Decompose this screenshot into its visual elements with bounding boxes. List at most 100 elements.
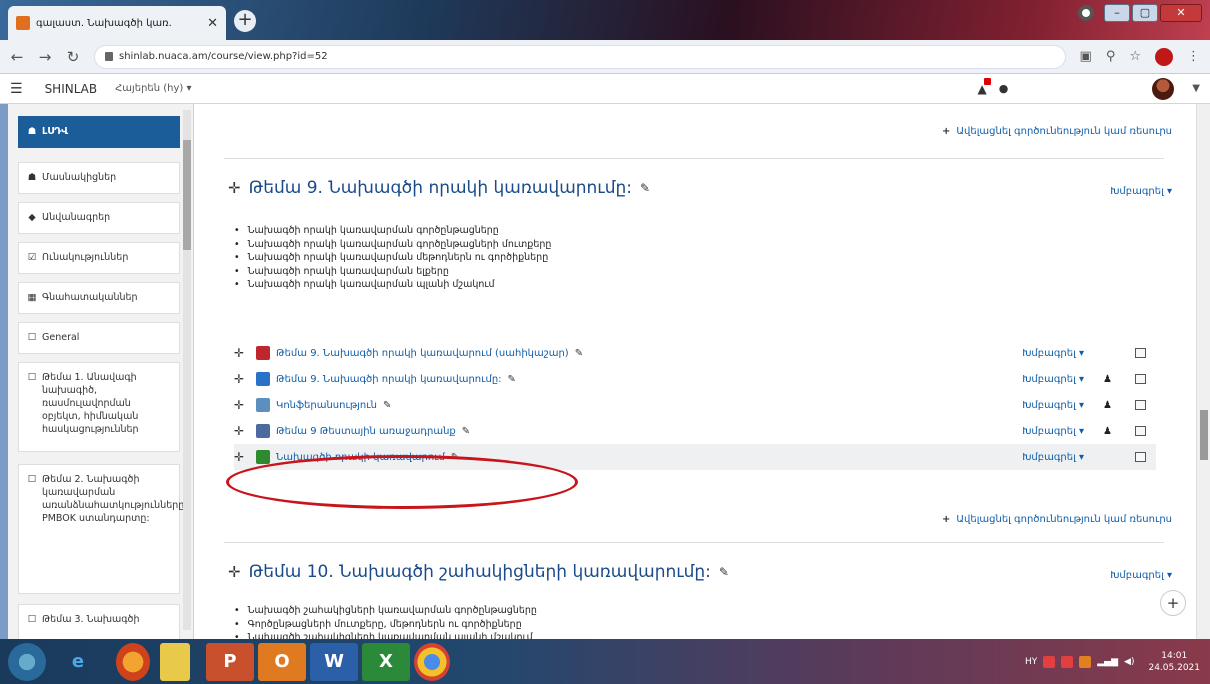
chrome-icon[interactable] (414, 642, 450, 681)
completion-checkbox[interactable] (1135, 452, 1146, 462)
hamburger-icon[interactable]: ☰ (10, 81, 23, 97)
notification-icon[interactable]: ▲ (977, 77, 991, 96)
add-block-button[interactable]: + (1160, 590, 1186, 616)
tab-close-icon[interactable]: ✕ (207, 16, 218, 31)
activity-link[interactable]: Թեմա 9. Նախագծի որակի կառավարումը: (276, 374, 502, 385)
pencil-icon[interactable]: ✎ (462, 426, 470, 437)
ie-icon[interactable]: e (54, 643, 102, 681)
translate-icon[interactable]: ▣ (1080, 49, 1092, 64)
excel-icon[interactable]: X (362, 642, 410, 681)
messages-icon[interactable]: ● (999, 82, 1009, 95)
move-icon[interactable]: ✛ (234, 424, 256, 438)
tray-app-icon[interactable] (1043, 655, 1056, 668)
activity-row[interactable]: ✛ Թեմա 9. Նախագծի որակի կառավարումը: ✎ Խ… (234, 366, 1156, 392)
activity-row[interactable]: ✛ Թեմա 9. Նախագծի որակի կառավարում (սահի… (234, 340, 1156, 366)
url-field[interactable]: shinlab.nuaca.am/course/view.php?id=52 (94, 44, 1066, 69)
volume-icon[interactable]: ◀) (1124, 657, 1134, 667)
activity-row-highlighted[interactable]: ✛ Նախագծի որակի կառավարում ✎ Խմբագրել ▾ (234, 444, 1156, 470)
language-indicator[interactable]: HY (1025, 657, 1037, 667)
assign-role-icon[interactable]: ♟ (1103, 374, 1112, 385)
add-activity-link[interactable]: + Ավելացնել գործունեություն կամ ռեսուրս (942, 514, 1172, 525)
forward-icon[interactable]: → (38, 48, 52, 66)
section-9-edit-menu[interactable]: Խմբագրել ▾ (1110, 186, 1172, 197)
completion-checkbox[interactable] (1135, 400, 1146, 410)
completion-checkbox[interactable] (1135, 374, 1146, 384)
drawer-scrollbar[interactable] (183, 110, 191, 630)
window-controls: – ▢ ✕ (1078, 4, 1202, 22)
section-title-text[interactable]: Թեմա 9. Նախագծի որակի կառավարումը: (249, 178, 632, 198)
reload-icon[interactable]: ↻ (66, 48, 80, 66)
back-icon[interactable]: ← (10, 48, 24, 66)
powerpoint-icon[interactable]: P (206, 642, 254, 681)
activity-edit-menu[interactable]: Խմբագրել ▾ (1022, 348, 1084, 359)
site-brand[interactable]: SHINLAB (45, 82, 98, 96)
pencil-icon[interactable]: ✎ (575, 348, 583, 359)
completion-checkbox[interactable] (1135, 426, 1146, 436)
site-navbar: ☰ SHINLAB Հայերեն (hy) ▾ ▲ ● ▼ (0, 74, 1210, 104)
pencil-icon[interactable]: ✎ (508, 374, 516, 385)
add-activity-link[interactable]: + Ավելացնել գործունեություն կամ ռեսուրս (942, 126, 1172, 137)
firefox-icon[interactable] (116, 642, 150, 681)
word-icon[interactable]: W (310, 642, 358, 681)
drawer-item-grades[interactable]: ▦ Գնահատականներ (18, 282, 180, 314)
move-icon[interactable]: ✛ (228, 563, 241, 581)
explorer-icon[interactable] (160, 642, 190, 681)
drawer-item-competencies[interactable]: ☑ Ունակություններ (18, 242, 180, 274)
assign-role-icon[interactable]: ♟ (1103, 426, 1112, 437)
activity-row[interactable]: ✛ Կոնֆերանսություն ✎ Խմբագրել ▾ ♟ (234, 392, 1156, 418)
new-tab-button[interactable]: + (234, 10, 256, 32)
user-name[interactable] (1020, 80, 1140, 98)
pencil-icon[interactable]: ✎ (383, 400, 391, 411)
activity-row[interactable]: ✛ Թեմա 9 Թեստային առաջադրանք ✎ Խմբագրել … (234, 418, 1156, 444)
summary-item: Նախագծի որակի կառավարման մեթոդներն ու գո… (234, 251, 551, 265)
drawer-item-topic-3[interactable]: ☐ Թեմա 3. Նախագծի (18, 604, 180, 639)
clock[interactable]: 14:01 24.05.2021 (1148, 650, 1200, 674)
minimize-button[interactable]: – (1104, 4, 1130, 22)
move-icon[interactable]: ✛ (234, 372, 256, 386)
move-icon[interactable]: ✛ (234, 450, 256, 464)
drawer-item-course[interactable]: ☗ ԼՍԴՎ (18, 116, 180, 148)
move-icon[interactable]: ✛ (228, 179, 241, 197)
record-icon[interactable] (1078, 5, 1094, 21)
activity-link[interactable]: Թեմա 9. Նախագծի որակի կառավարում (սահիկա… (276, 348, 569, 359)
section-10-title: ✛ Թեմա 10. Նախագծի շահակիցների կառավարու… (228, 562, 729, 582)
drawer-item-general[interactable]: ☐ General (18, 322, 180, 354)
activity-edit-menu[interactable]: Խմբագրել ▾ (1022, 426, 1084, 437)
tray-app-icon[interactable] (1079, 655, 1092, 668)
profile-icon[interactable] (1155, 47, 1173, 66)
pencil-icon[interactable]: ✎ (719, 565, 729, 579)
user-menu-caret-icon[interactable]: ▼ (1192, 83, 1200, 94)
assign-role-icon[interactable]: ♟ (1103, 400, 1112, 411)
section-10-edit-menu[interactable]: Խմբագրել ▾ (1110, 570, 1172, 581)
zoom-icon[interactable]: ⚲ (1106, 49, 1116, 64)
section-title-text[interactable]: Թեմա 10. Նախագծի շահակիցների կառավարումը… (249, 562, 711, 582)
start-button[interactable] (8, 642, 46, 681)
browser-tab[interactable]: գալաստ. Նախագծի կառ. ✕ (8, 6, 226, 40)
drawer-item-badges[interactable]: ◆ Անվանագրեր (18, 202, 180, 234)
network-icon[interactable]: ▂▄▆ (1097, 657, 1118, 667)
activity-edit-menu[interactable]: Խմբագրել ▾ (1022, 400, 1084, 411)
completion-checkbox[interactable] (1135, 348, 1146, 358)
pencil-icon[interactable]: ✎ (451, 452, 459, 463)
drawer-item-participants[interactable]: ☗ Մասնակիցներ (18, 162, 180, 194)
move-icon[interactable]: ✛ (234, 346, 256, 360)
activity-link[interactable]: Կոնֆերանսություն (276, 400, 377, 411)
star-icon[interactable]: ☆ (1129, 49, 1141, 64)
drawer-item-topic-1[interactable]: ☐ Թեմա 1. Անավագի նախագիծ, ռասմուլավորմա… (18, 362, 180, 452)
avatar[interactable] (1152, 77, 1175, 100)
close-window-button[interactable]: ✕ (1160, 4, 1202, 22)
page-scrollbar[interactable] (1196, 104, 1210, 639)
move-icon[interactable]: ✛ (234, 398, 256, 412)
pencil-icon[interactable]: ✎ (640, 181, 650, 195)
drawer-item-topic-2[interactable]: ☐ Թեմա 2. Նախագծի կառավարման առանձնահատկ… (18, 464, 187, 594)
menu-icon[interactable]: ⋮ (1187, 49, 1200, 64)
tray-app-icon[interactable] (1061, 655, 1074, 668)
activity-edit-menu[interactable]: Խմբագրել ▾ (1022, 374, 1084, 385)
activity-link[interactable]: Նախագծի որակի կառավարում (276, 452, 445, 463)
maximize-button[interactable]: ▢ (1132, 4, 1158, 22)
outlook-icon[interactable]: O (258, 642, 306, 681)
drawer-item-label: Անվանագրեր (42, 212, 111, 223)
language-menu[interactable]: Հայերեն (hy) ▾ (115, 83, 191, 94)
activity-edit-menu[interactable]: Խմբագրել ▾ (1022, 452, 1084, 463)
activity-link[interactable]: Թեմա 9 Թեստային առաջադրանք (276, 426, 456, 437)
